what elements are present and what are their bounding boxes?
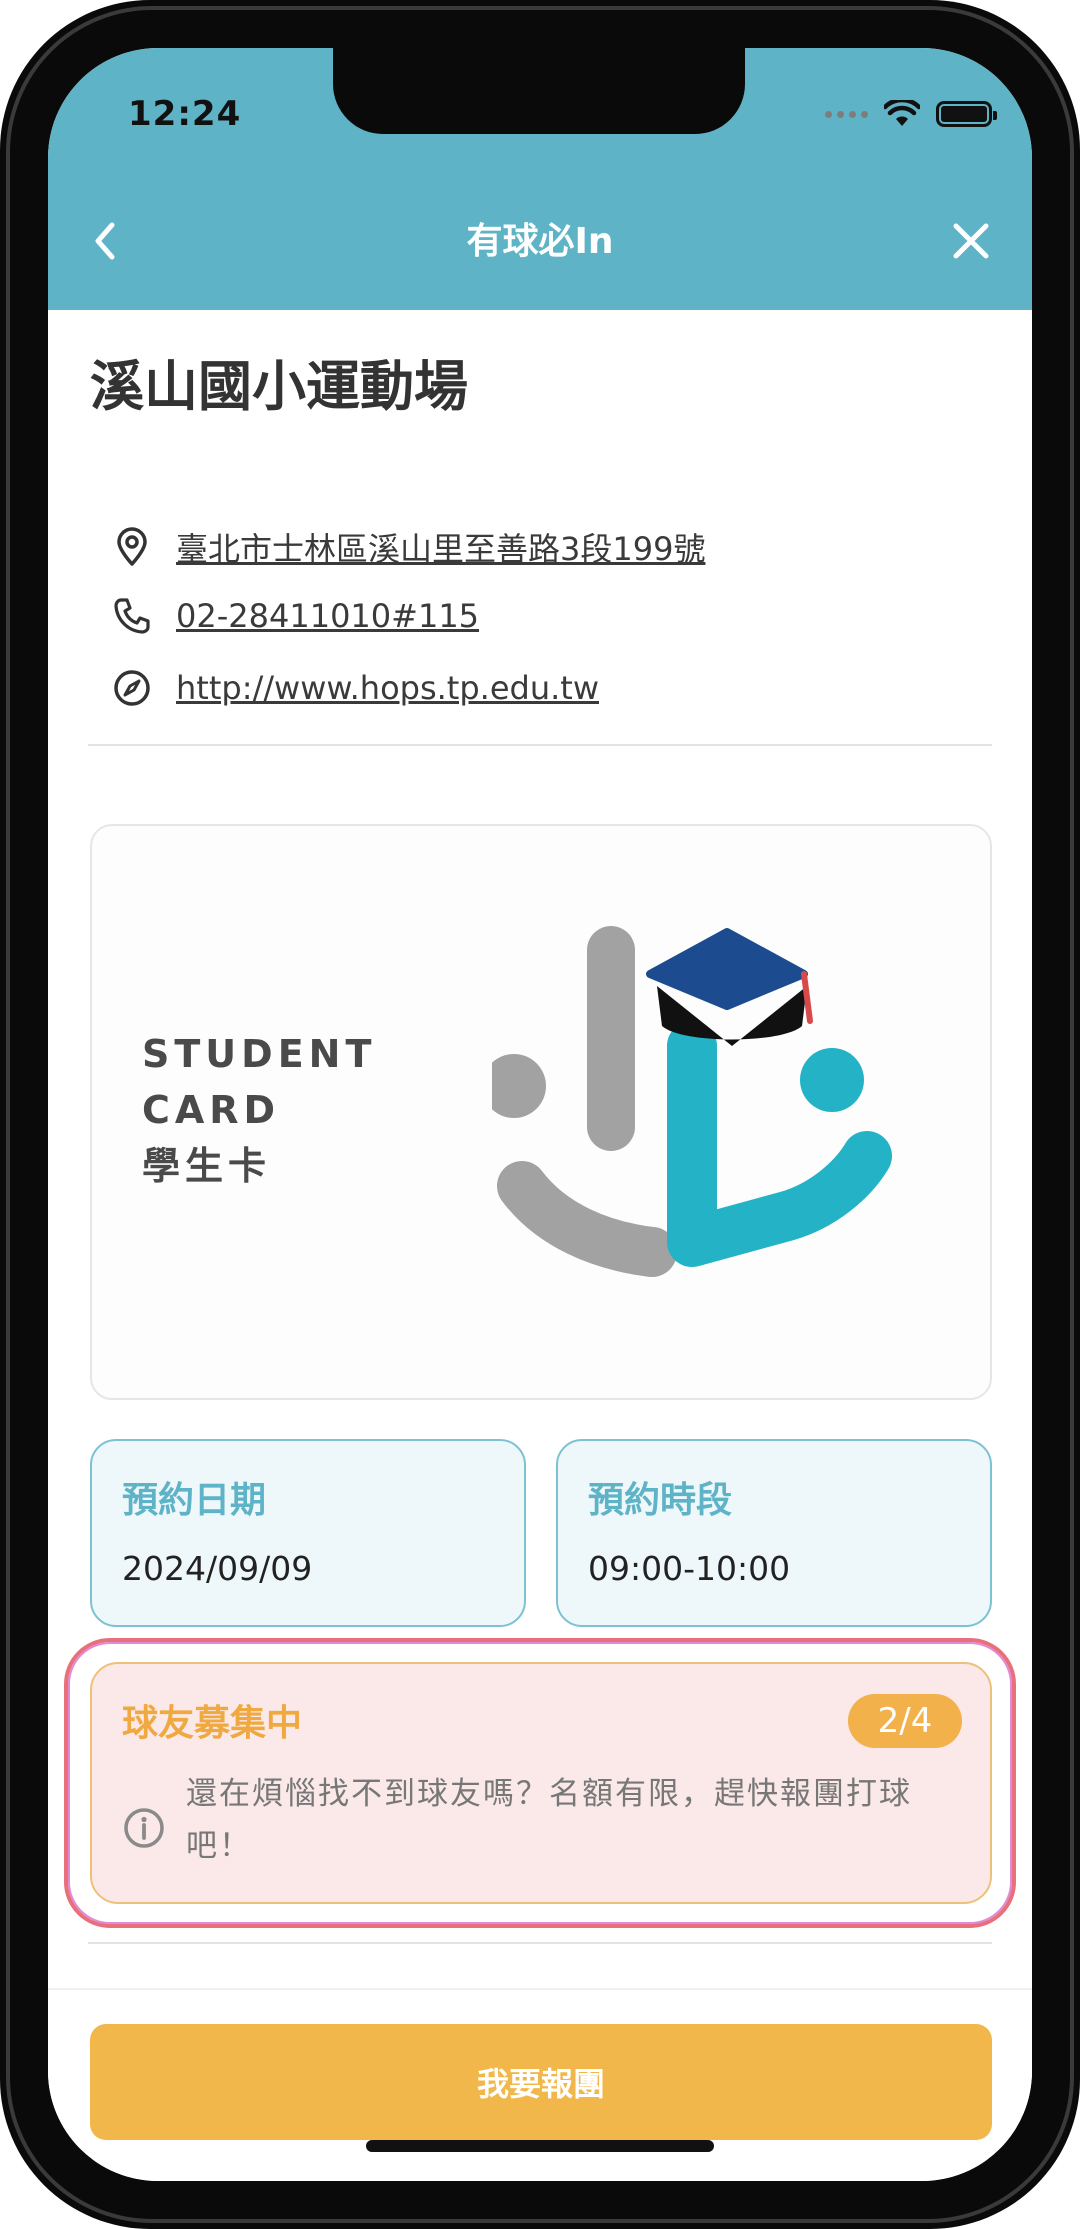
screen: 12:24 有球必In 溪山國小運動場 臺北市士林區溪山里至善路3段199號 0… [48,48,1032,2181]
phone-row[interactable]: 02-28411010#115 [110,594,479,638]
website-row[interactable]: http://www.hops.tp.edu.tw [110,666,599,710]
recruit-card: 球友募集中 2/4 還在煩惱找不到球友嗎？名額有限，趕快報團打球吧！ [90,1662,992,1904]
booking-date-value: 2024/09/09 [122,1549,313,1588]
recruit-message: 還在煩惱找不到球友嗎？名額有限，趕快報團打球吧！ [186,1776,912,1864]
card-label-line3: 學生卡 [142,1144,272,1188]
status-icons [825,100,997,128]
student-card-image: STUDENT CARD 學生卡 [90,824,992,1400]
booking-time-box: 預約時段 09:00-10:00 [556,1439,992,1627]
info-icon [124,1808,164,1848]
venue-name: 溪山國小運動場 [90,355,468,418]
wifi-icon [884,100,920,126]
notch [333,48,745,134]
battery-icon [936,101,997,127]
home-indicator [366,2140,714,2152]
student-card-logo [492,926,892,1277]
status-time: 12:24 [128,94,242,134]
booking-date-box: 預約日期 2024/09/09 [90,1439,526,1627]
website-link[interactable]: http://www.hops.tp.edu.tw [176,669,599,707]
app-header: 12:24 有球必In [48,48,1032,310]
page-title: 有球必In [466,221,614,262]
card-label-line2: CARD [142,1088,281,1132]
booking-time-label: 預約時段 [588,1480,733,1521]
recruit-count-badge: 2/4 [848,1694,962,1748]
signal-icon [825,110,868,118]
compass-icon [110,666,154,710]
address-link[interactable]: 臺北市士林區溪山里至善路3段199號 [176,524,705,570]
booking-date-label: 預約日期 [122,1480,267,1521]
join-group-button[interactable]: 我要報團 [90,2024,992,2140]
phone-link[interactable]: 02-28411010#115 [176,597,479,635]
card-label: STUDENT CARD 學生卡 [142,1026,376,1194]
phone-icon [110,594,154,638]
divider [88,744,992,746]
phone-frame: 12:24 有球必In 溪山國小運動場 臺北市士林區溪山里至善路3段199號 0… [0,0,1080,2229]
booking-time-value: 09:00-10:00 [588,1549,791,1588]
divider [88,1942,992,1944]
recruit-title: 球友募集中 [122,1703,303,1744]
location-pin-icon [110,525,154,569]
close-icon[interactable] [946,216,996,266]
card-label-line1: STUDENT [142,1032,377,1076]
address-row[interactable]: 臺北市士林區溪山里至善路3段199號 [110,524,705,570]
